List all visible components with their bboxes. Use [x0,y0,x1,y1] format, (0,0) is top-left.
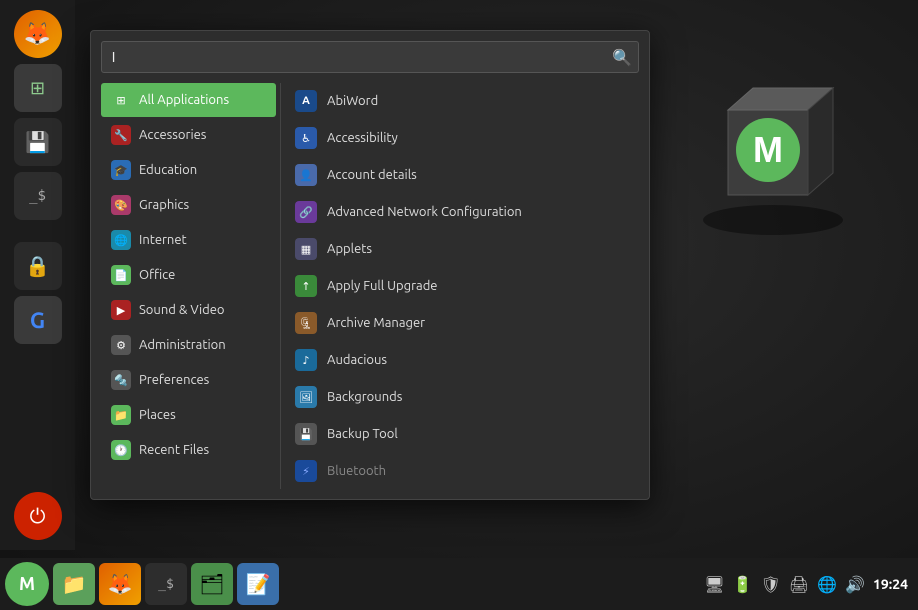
categories-list: ⊞ All Applications 🔧 Accessories 🎓 Educa… [101,83,276,489]
cat-all-applications[interactable]: ⊞ All Applications [101,83,276,117]
app-network-icon: 🔗 [295,201,317,223]
app-account-details[interactable]: 👤 Account details [285,157,637,193]
cat-internet-icon: 🌐 [111,230,131,250]
cat-accessories[interactable]: 🔧 Accessories [101,118,276,152]
menu-divider [280,83,281,489]
search-bar: 🔍 [101,41,639,73]
cat-graphics[interactable]: 🎨 Graphics [101,188,276,222]
cat-accessories-icon: 🔧 [111,125,131,145]
cat-sound-icon: ▶ [111,300,131,320]
svg-text:M: M [753,129,783,170]
taskbar-icon-google[interactable]: G [14,296,62,344]
app-account-icon: 👤 [295,164,317,186]
app-upgrade-icon: ↑ [295,275,317,297]
sys-icon-sound[interactable]: 🔊 [845,575,865,594]
menu-body: ⊞ All Applications 🔧 Accessories 🎓 Educa… [101,83,639,489]
clock: 19:24 [873,576,908,592]
taskbar-bottom: M 📁 🦊 _$ 🗂 📝 🖥 [0,558,918,610]
cat-recent-files[interactable]: 🕐 Recent Files [101,433,276,467]
app-accessibility[interactable]: ♿ Accessibility [285,120,637,156]
taskbar-bottom-left: M 📁 🦊 _$ 🗂 📝 [0,562,279,606]
cat-office[interactable]: 📄 Office [101,258,276,292]
taskbar-icon-apps[interactable]: ⊞ [14,64,62,112]
bottom-icon-nemo[interactable]: 📁 [53,563,95,605]
sys-icon-network-box[interactable]: 🖨 [789,575,809,594]
taskbar-icon-files[interactable]: 💾 [14,118,62,166]
cat-office-icon: 📄 [111,265,131,285]
taskbar-icon-firefox[interactable]: 🦊 [14,10,62,58]
app-abiword-icon: A [295,90,317,112]
sys-icon-display[interactable]: 🖥 [704,575,724,594]
app-bluetooth-icon: ⚡ [295,460,317,482]
app-adv-network[interactable]: 🔗 Advanced Network Configuration [285,194,637,230]
bottom-icon-files[interactable]: 🗂 [191,563,233,605]
app-abiword[interactable]: A AbiWord [285,83,637,119]
cat-graphics-icon: 🎨 [111,195,131,215]
taskbar-icon-power[interactable]: ⏻ [14,492,62,540]
bottom-icon-notes[interactable]: 📝 [237,563,279,605]
cat-administration[interactable]: ⚙ Administration [101,328,276,362]
desktop: 🦊 ⊞ 💾 _$ 🔒 G ⏻ [0,0,918,610]
app-list: A AbiWord ♿ Accessibility 👤 Account deta… [285,83,639,489]
cat-prefs-icon: 🔩 [111,370,131,390]
app-applets-icon: ▦ [295,238,317,260]
bottom-icon-terminal[interactable]: _$ [145,563,187,605]
cat-places-icon: 📁 [111,405,131,425]
bottom-icon-firefox[interactable]: 🦊 [99,563,141,605]
app-backup-tool[interactable]: 💾 Backup Tool [285,416,637,452]
cat-internet[interactable]: 🌐 Internet [101,223,276,257]
app-backup-icon: 💾 [295,423,317,445]
app-apply-upgrade[interactable]: ↑ Apply Full Upgrade [285,268,637,304]
search-icon[interactable]: 🔍 [612,48,632,67]
taskbar-bottom-right: 🖥 🔋 🛡 🖨 🌐 🔊 19:24 [704,575,918,594]
app-applets[interactable]: ▦ Applets [285,231,637,267]
mint-logo: M [673,50,863,244]
search-input[interactable] [108,44,612,70]
app-archive-manager[interactable]: 🗜 Archive Manager [285,305,637,341]
cat-sound-video[interactable]: ▶ Sound & Video [101,293,276,327]
cat-admin-icon: ⚙ [111,335,131,355]
app-audacious[interactable]: ♪ Audacious [285,342,637,378]
cat-preferences[interactable]: 🔩 Preferences [101,363,276,397]
taskbar-left: 🦊 ⊞ 💾 _$ 🔒 G ⏻ [0,0,75,550]
taskbar-icon-lock[interactable]: 🔒 [14,242,62,290]
app-backgrounds-icon: 🖼 [295,386,317,408]
cat-recent-icon: 🕐 [111,440,131,460]
app-backgrounds[interactable]: 🖼 Backgrounds [285,379,637,415]
cat-education[interactable]: 🎓 Education [101,153,276,187]
bottom-icon-mint-menu[interactable]: M [5,562,49,606]
cat-places[interactable]: 📁 Places [101,398,276,432]
cat-all-icon: ⊞ [111,90,131,110]
app-accessibility-icon: ♿ [295,127,317,149]
sys-icon-network[interactable]: 🌐 [817,575,837,594]
taskbar-icon-terminal[interactable]: _$ [14,172,62,220]
app-audacious-icon: ♪ [295,349,317,371]
sys-icon-battery[interactable]: 🔋 [733,575,753,594]
app-bluetooth[interactable]: ⚡ Bluetooth [285,453,637,489]
sys-icon-shield[interactable]: 🛡 [761,575,781,594]
cat-education-icon: 🎓 [111,160,131,180]
app-menu: 🔍 ⊞ All Applications 🔧 Accessories [90,30,650,500]
app-archive-icon: 🗜 [295,312,317,334]
